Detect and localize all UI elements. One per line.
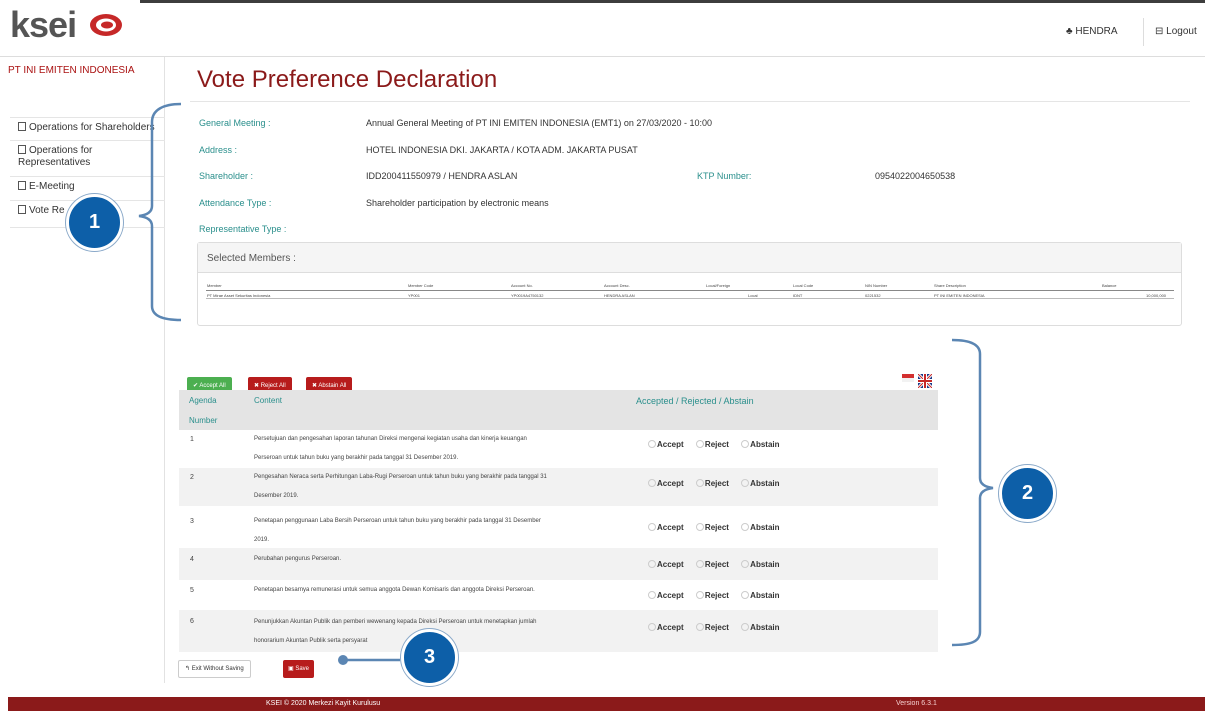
callout-badge-2: 2 (999, 465, 1056, 522)
callout-3-pointer-dot (338, 655, 348, 665)
bracket-1 (138, 102, 182, 322)
callout-badge-1: 1 (66, 194, 123, 251)
annotation-overlay (138, 102, 994, 665)
callout-badge-3: 3 (401, 629, 458, 686)
app-window: ksei ♣ HENDRA ⊟ Logout PT INI EMITEN IND… (0, 0, 1205, 711)
bracket-2 (951, 338, 994, 647)
